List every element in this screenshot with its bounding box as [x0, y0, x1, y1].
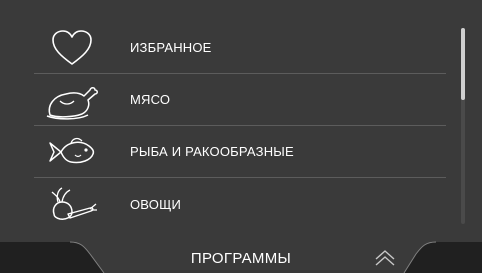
chevron-up-icon[interactable] [373, 248, 397, 268]
menu-item-label: РЫБА И РАКООБРАЗНЫЕ [130, 144, 294, 159]
menu-item-meat[interactable]: МЯСО [34, 74, 446, 126]
vegetables-icon [34, 178, 110, 230]
scrollbar-thumb[interactable] [461, 28, 465, 100]
menu-item-fish[interactable]: РЫБА И РАКООБРАЗНЫЕ [34, 126, 446, 178]
fish-icon [34, 126, 110, 178]
menu-item-label: ИЗБРАННОЕ [130, 40, 212, 55]
poultry-icon [34, 74, 110, 126]
scrollbar[interactable] [461, 28, 465, 224]
heart-icon [34, 22, 110, 74]
menu-item-label: МЯСО [130, 92, 171, 107]
menu-item-vegetables[interactable]: ОВОЩИ [34, 178, 446, 230]
bottom-bar: ПРОГРАММЫ [0, 236, 482, 273]
menu-item-favorites[interactable]: ИЗБРАННОЕ [34, 22, 446, 74]
program-list: ИЗБРАННОЕ МЯСО РЫБА И РАКООБРАЗНЫЕ ОВОЩИ [0, 0, 482, 236]
section-title: ПРОГРАММЫ [190, 250, 292, 267]
menu-item-label: ОВОЩИ [130, 196, 181, 212]
program-screen: ИЗБРАННОЕ МЯСО РЫБА И РАКООБРАЗНЫЕ ОВОЩИ… [0, 0, 482, 273]
